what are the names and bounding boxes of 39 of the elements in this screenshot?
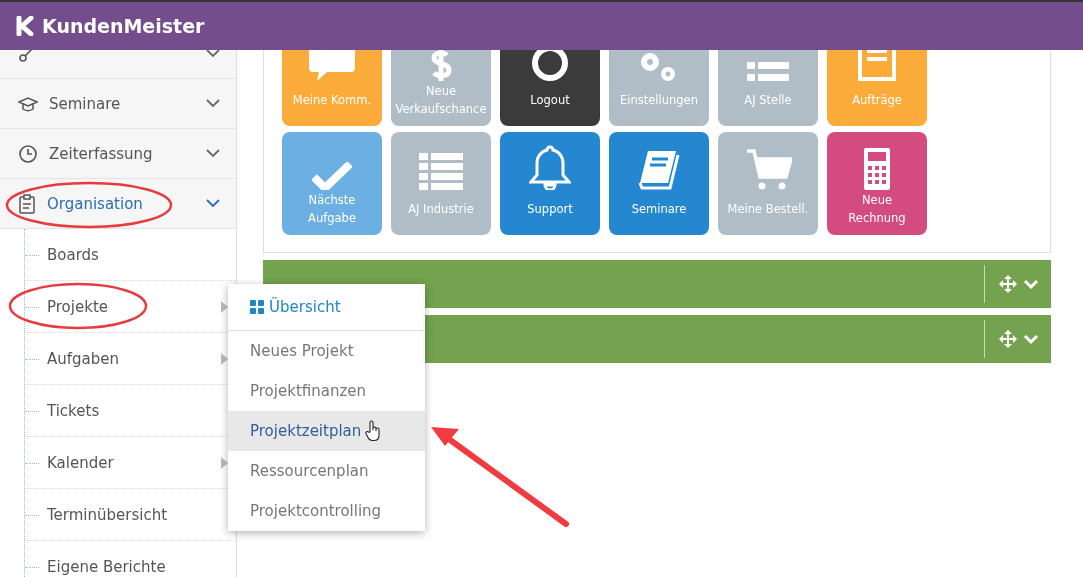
cart-icon bbox=[744, 149, 792, 190]
chevron-down-icon bbox=[206, 199, 220, 208]
menu-item[interactable]: Projektzeitplan bbox=[228, 411, 425, 451]
dollar-icon bbox=[430, 50, 452, 81]
submenu-item[interactable]: Eigene Berichte bbox=[25, 541, 236, 577]
gears-icon bbox=[641, 53, 677, 81]
menu-item[interactable]: Übersicht bbox=[228, 284, 425, 331]
list-icon bbox=[419, 153, 463, 190]
tile-button[interactable]: Seminare bbox=[609, 132, 709, 235]
chevron-down-icon bbox=[206, 99, 220, 108]
clock-icon bbox=[18, 143, 38, 164]
chevron-down-icon bbox=[206, 50, 220, 58]
checkmark-icon bbox=[312, 162, 352, 190]
logo-text: KundenMeister bbox=[42, 15, 205, 37]
power-icon bbox=[532, 50, 568, 81]
submenu-item[interactable]: Boards bbox=[25, 229, 236, 281]
calculator-icon bbox=[864, 148, 890, 190]
tile-button[interactable]: Nächste Aufgabe bbox=[282, 132, 382, 235]
chevron-down-icon[interactable] bbox=[1023, 333, 1039, 345]
sidebar-item[interactable]: Zeiterfassung bbox=[0, 129, 236, 179]
clipboard-icon bbox=[18, 193, 36, 214]
chevron-down-icon[interactable] bbox=[1023, 278, 1039, 290]
graduation-cap-icon bbox=[18, 94, 38, 113]
document-icon bbox=[858, 50, 896, 81]
hand-cursor-icon bbox=[365, 420, 382, 442]
grid-icon bbox=[250, 300, 264, 314]
chevron-down-icon bbox=[206, 149, 220, 158]
logo-icon bbox=[16, 16, 34, 36]
sidebar-item[interactable]: Organisation bbox=[0, 179, 236, 229]
speech-bubble-icon bbox=[309, 50, 355, 81]
tile-button[interactable]: Neue Rechnung bbox=[827, 132, 927, 235]
sidebar-item[interactable]: Seminare bbox=[0, 79, 236, 129]
bell-icon bbox=[529, 145, 571, 190]
tile-button[interactable]: Support bbox=[500, 132, 600, 235]
book-icon bbox=[638, 149, 680, 190]
move-icon[interactable] bbox=[999, 275, 1017, 293]
tile-button[interactable]: Logout bbox=[500, 50, 600, 126]
list-icon bbox=[747, 62, 789, 81]
move-icon[interactable] bbox=[999, 330, 1017, 348]
